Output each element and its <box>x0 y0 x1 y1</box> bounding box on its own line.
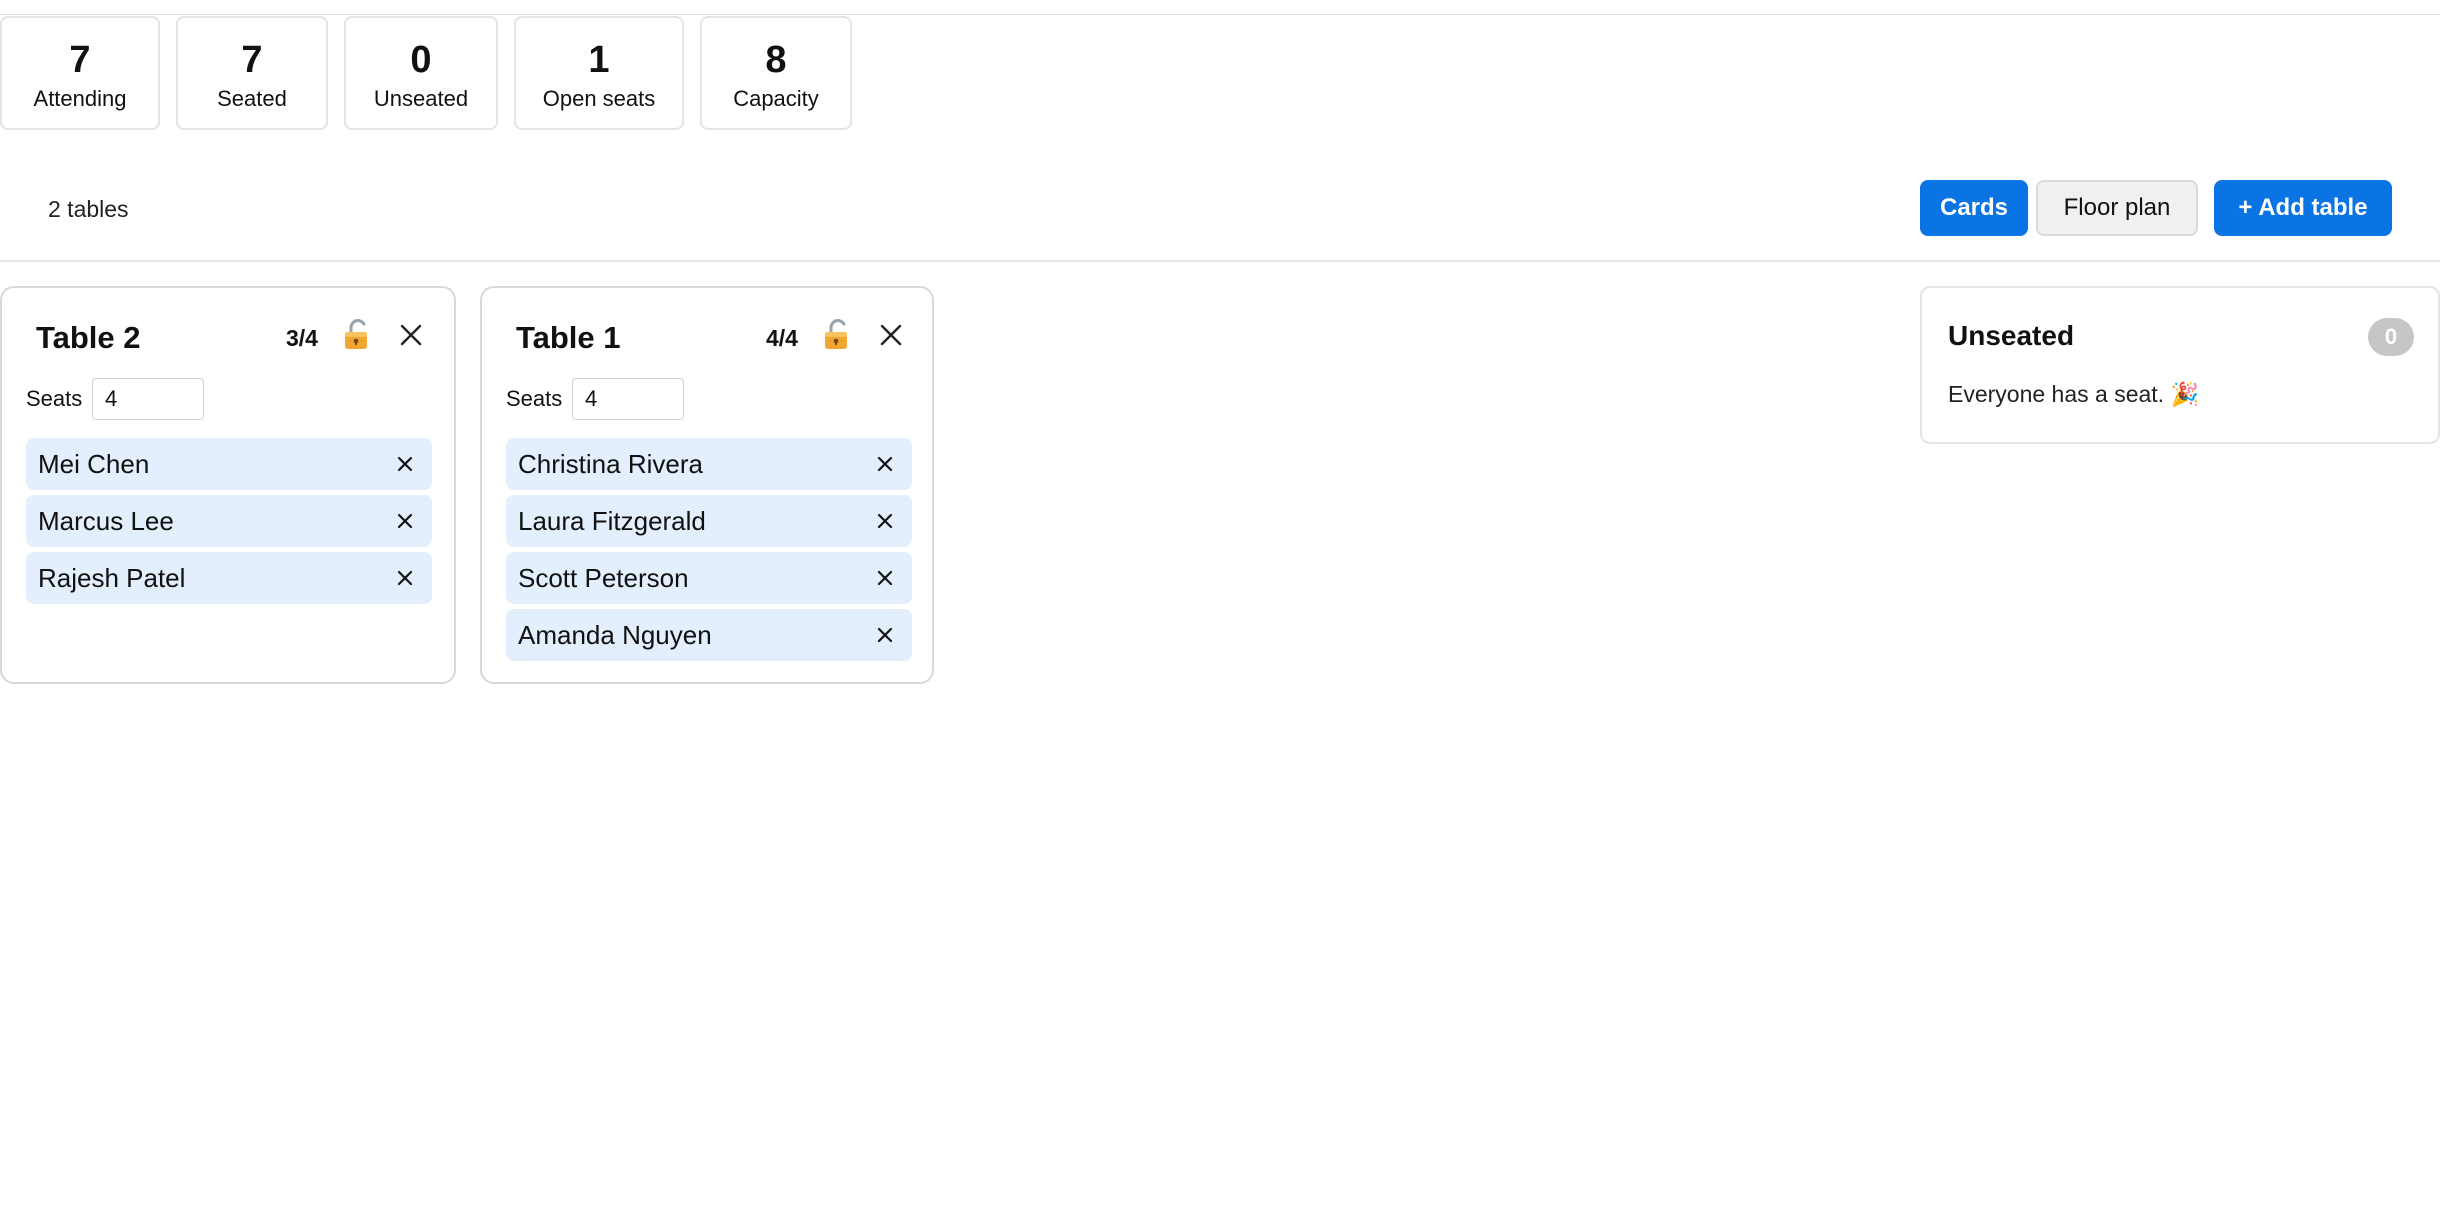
seats-label: Seats <box>506 386 563 411</box>
guest-chip[interactable]: Scott Peterson <box>506 552 912 604</box>
table-card: Table 2 3/4 Seats Mei Chen Marcus Lee Ra… <box>0 286 456 684</box>
unseated-panel: Unseated 0 Everyone has a seat. 🎉 <box>1920 286 2440 444</box>
guest-name: Mei Chen <box>38 449 150 479</box>
remove-guest-icon[interactable] <box>872 565 898 591</box>
unlock-icon[interactable] <box>822 318 852 352</box>
stat-label: Attending <box>33 86 127 111</box>
guest-chip[interactable]: Marcus Lee <box>26 495 432 547</box>
unseated-count-badge: 0 <box>2368 318 2414 356</box>
guest-chip[interactable]: Rajesh Patel <box>26 552 432 604</box>
delete-table-icon[interactable] <box>398 322 424 348</box>
unlock-icon[interactable] <box>342 318 372 352</box>
add-table-button[interactable]: + Add table <box>2214 180 2392 236</box>
stat-value: 7 <box>69 39 91 81</box>
remove-guest-icon[interactable] <box>392 565 418 591</box>
guest-chip[interactable]: Christina Rivera <box>506 438 912 490</box>
remove-guest-icon[interactable] <box>872 622 898 648</box>
guest-name: Marcus Lee <box>38 506 174 536</box>
remove-guest-icon[interactable] <box>392 451 418 477</box>
guest-chip[interactable]: Laura Fitzgerald <box>506 495 912 547</box>
stat-seated: 7 Seated <box>176 16 328 130</box>
remove-guest-icon[interactable] <box>392 508 418 534</box>
table-title: Table 1 <box>516 320 621 355</box>
stat-value: 1 <box>588 39 610 81</box>
table-count: 2 tables <box>48 196 129 222</box>
guest-name: Laura Fitzgerald <box>518 506 706 536</box>
stat-open-seats: 1 Open seats <box>514 16 684 130</box>
stat-label: Capacity <box>733 86 819 111</box>
guest-name: Christina Rivera <box>518 449 703 479</box>
guest-name: Scott Peterson <box>518 563 689 593</box>
table-title: Table 2 <box>36 320 141 355</box>
floor-plan-view-button[interactable]: Floor plan <box>2036 180 2198 236</box>
stat-unseated: 0 Unseated <box>344 16 498 130</box>
remove-guest-icon[interactable] <box>872 451 898 477</box>
guest-chip[interactable]: Mei Chen <box>26 438 432 490</box>
remove-guest-icon[interactable] <box>872 508 898 534</box>
guest-name: Rajesh Patel <box>38 563 186 593</box>
guest-chip[interactable]: Amanda Nguyen <box>506 609 912 661</box>
seats-label: Seats <box>26 386 83 411</box>
stat-label: Seated <box>217 86 287 111</box>
stat-label: Unseated <box>373 86 469 111</box>
stat-capacity: 8 Capacity <box>700 16 852 130</box>
table-card: Table 1 4/4 Seats Christina Rivera Laura… <box>480 286 934 684</box>
seats-input[interactable] <box>92 378 204 420</box>
seats-input[interactable] <box>572 378 684 420</box>
cards-view-button[interactable]: Cards <box>1920 180 2028 236</box>
stat-label: Open seats <box>542 86 656 111</box>
unseated-message: Everyone has a seat. 🎉 <box>1948 381 2200 407</box>
top-divider <box>0 14 2440 15</box>
table-occupancy: 3/4 <box>286 325 318 351</box>
table-occupancy: 4/4 <box>766 325 798 351</box>
section-divider <box>0 260 2440 262</box>
delete-table-icon[interactable] <box>878 322 904 348</box>
stat-value: 0 <box>410 39 432 81</box>
guest-name: Amanda Nguyen <box>518 620 712 650</box>
stat-attending: 7 Attending <box>0 16 160 130</box>
stat-value: 7 <box>241 39 263 81</box>
stat-value: 8 <box>765 39 787 81</box>
unseated-title: Unseated <box>1948 320 2075 351</box>
